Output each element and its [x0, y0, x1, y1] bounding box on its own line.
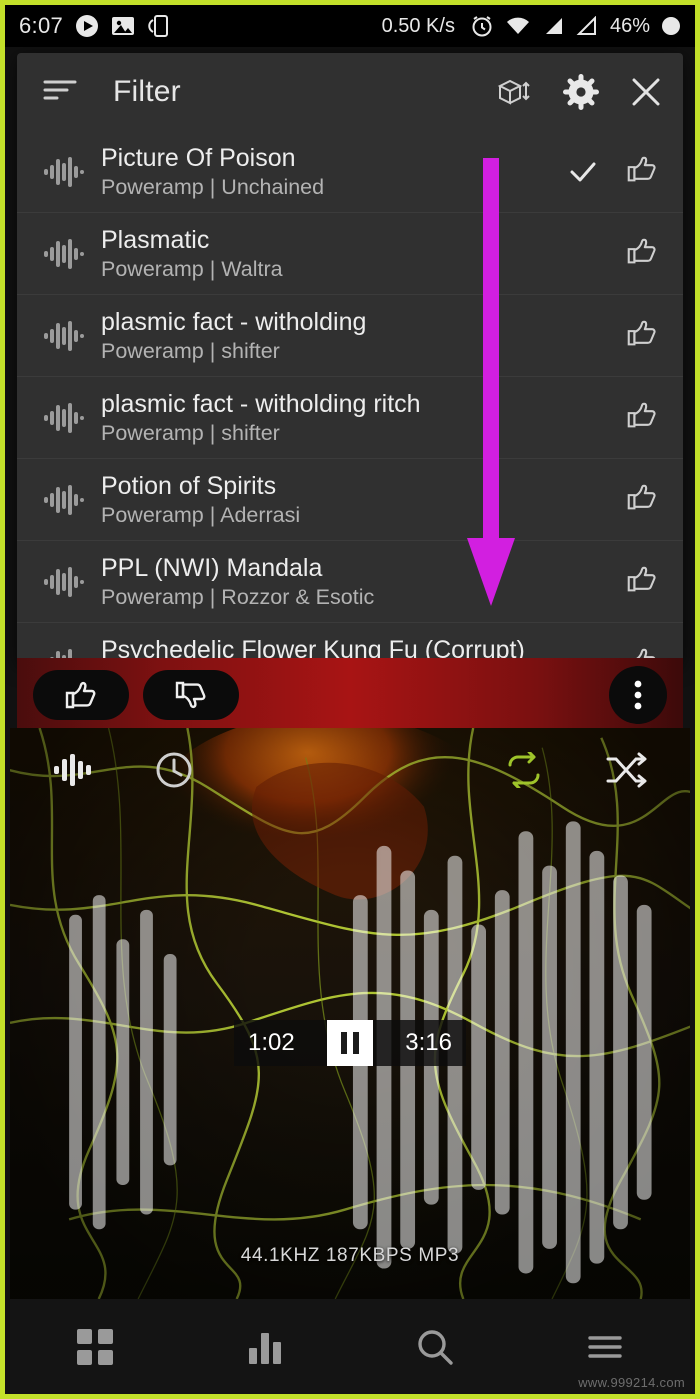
- track-actions: [557, 315, 661, 356]
- nav-grid-button[interactable]: [10, 1326, 180, 1368]
- wifi-icon: [505, 16, 531, 36]
- waveform-icon: [41, 319, 87, 353]
- thumbs-up-icon[interactable]: [623, 561, 661, 602]
- phone-screen: 6:07 0.50 K/s 46% Filter Picture Of Pois…: [0, 0, 700, 1399]
- phone-link-icon: [147, 14, 169, 38]
- track-subtitle: Poweramp | Aderrasi: [101, 502, 301, 527]
- gear-icon[interactable]: [563, 74, 599, 110]
- seek-bar[interactable]: 1:02 3:16: [234, 1020, 466, 1066]
- track-row[interactable]: Plasmatic Poweramp | Waltra: [17, 213, 683, 295]
- signal-icon: [542, 16, 564, 36]
- watermark: www.999214.com: [578, 1375, 685, 1390]
- track-title: plasmic fact - witholding: [101, 307, 367, 336]
- filter-lines-icon[interactable]: [43, 77, 77, 108]
- nav-search-button[interactable]: [350, 1326, 520, 1368]
- thumbs-down-button[interactable]: [143, 670, 239, 720]
- thumbs-up-icon[interactable]: [623, 479, 661, 520]
- battery-percent: 46%: [609, 14, 650, 37]
- waveform-overlay: [69, 821, 652, 1284]
- track-row[interactable]: Psychedelic Flower Kung Fu (Corrupt)Powe…: [17, 623, 683, 663]
- track-subtitle: Poweramp | shifter: [101, 338, 280, 363]
- status-bar: 6:07 0.50 K/s 46%: [5, 5, 695, 47]
- thumbs-up-icon[interactable]: [623, 233, 661, 274]
- box-sort-icon[interactable]: [495, 76, 533, 108]
- repeat-icon[interactable]: [502, 750, 546, 793]
- track-subtitle: Poweramp | Unchained: [101, 174, 325, 199]
- signal2-icon: [575, 16, 597, 36]
- pause-bar-left: [341, 1032, 347, 1054]
- album-art-player[interactable]: 1:02 3:16 44.1KHZ 187KBPS MP3: [10, 728, 690, 1299]
- search-icon: [418, 1329, 453, 1365]
- thumbs-up-icon[interactable]: [623, 151, 661, 192]
- grid-icon: [77, 1328, 113, 1365]
- nav-bars-button[interactable]: [180, 1326, 350, 1368]
- waveform-icon: [41, 483, 87, 517]
- waveform-icon: [41, 565, 87, 599]
- filter-label: Filter: [113, 75, 181, 108]
- nav-menu-button[interactable]: [520, 1326, 690, 1368]
- notification-red-bar: [17, 658, 683, 732]
- track-title: Plasmatic: [101, 225, 210, 254]
- clock-icon[interactable]: [154, 750, 194, 795]
- thumbs-up-icon[interactable]: [623, 397, 661, 438]
- track-row[interactable]: PPL (NWI) Mandala Poweramp | Rozzor & Eso…: [17, 541, 683, 623]
- more-vertical-icon[interactable]: [609, 666, 667, 724]
- alarm-icon: [470, 14, 494, 38]
- track-row[interactable]: Potion of Spirits Poweramp | Aderrasi: [17, 459, 683, 541]
- track-text: Picture Of Poison Poweramp | Unchained: [101, 143, 557, 201]
- status-right-icons: 0.50 K/s 46%: [382, 14, 681, 38]
- track-actions: [557, 561, 661, 602]
- seek-bar-wrapper[interactable]: 1:02 3:16: [10, 1020, 690, 1066]
- image-icon: [111, 15, 135, 37]
- pause-button[interactable]: [327, 1020, 373, 1066]
- network-speed: 0.50 K/s: [381, 14, 455, 37]
- track-actions: [557, 151, 661, 192]
- track-subtitle: Poweramp | shifter: [101, 420, 280, 445]
- waveform-icon: [41, 155, 87, 189]
- codec-info: 44.1KHZ 187KBPS MP3: [240, 1245, 460, 1266]
- track-actions: [557, 397, 661, 438]
- track-text: Plasmatic Poweramp | Waltra: [101, 225, 557, 283]
- battery-icon: [661, 16, 681, 36]
- waveform-icon: [41, 237, 87, 271]
- track-actions: [557, 233, 661, 274]
- track-subtitle: Poweramp | Waltra: [101, 256, 283, 281]
- waveform-icon: [41, 401, 87, 435]
- status-left-icons: [75, 14, 169, 38]
- close-icon[interactable]: [629, 75, 663, 109]
- bars-icon: [249, 1332, 281, 1364]
- track-title: Potion of Spirits: [101, 471, 277, 500]
- menu-icon: [588, 1335, 622, 1358]
- player-top-bar: [10, 750, 690, 795]
- play-icon: [75, 14, 99, 38]
- filter-panel-header: Filter: [17, 53, 683, 131]
- elapsed-time: 1:02: [248, 1029, 295, 1056]
- duration-time: 3:16: [405, 1029, 452, 1056]
- track-title: Picture Of Poison: [101, 143, 296, 172]
- thumbs-up-icon[interactable]: [623, 315, 661, 356]
- track-row[interactable]: plasmic fact - witholding ritch Poweramp …: [17, 377, 683, 459]
- track-text: plasmic fact - witholding Poweramp | shif…: [101, 307, 557, 365]
- status-clock: 6:07: [19, 13, 64, 38]
- track-list[interactable]: Picture Of Poison Poweramp | Unchained Pla…: [17, 131, 683, 663]
- track-title: PPL (NWI) Mandala: [101, 553, 323, 582]
- equalizer-icon[interactable]: [52, 753, 96, 792]
- filter-panel: Filter Picture Of Poison Poweramp | Unch…: [17, 53, 683, 663]
- track-text: PPL (NWI) Mandala Poweramp | Rozzor & Eso…: [101, 553, 557, 611]
- track-text: plasmic fact - witholding ritch Poweramp …: [101, 389, 557, 447]
- track-subtitle: Poweramp | Rozzor & Esotic: [101, 584, 375, 609]
- track-text: Potion of Spirits Poweramp | Aderrasi: [101, 471, 557, 529]
- check-icon: [569, 160, 597, 184]
- track-row[interactable]: plasmic fact - witholding Poweramp | shif…: [17, 295, 683, 377]
- thumbs-up-button[interactable]: [33, 670, 129, 720]
- track-actions: [557, 479, 661, 520]
- shuffle-icon[interactable]: [604, 752, 648, 793]
- track-title: plasmic fact - witholding ritch: [101, 389, 421, 418]
- pause-bar-right: [353, 1032, 359, 1054]
- track-row[interactable]: Picture Of Poison Poweramp | Unchained: [17, 131, 683, 213]
